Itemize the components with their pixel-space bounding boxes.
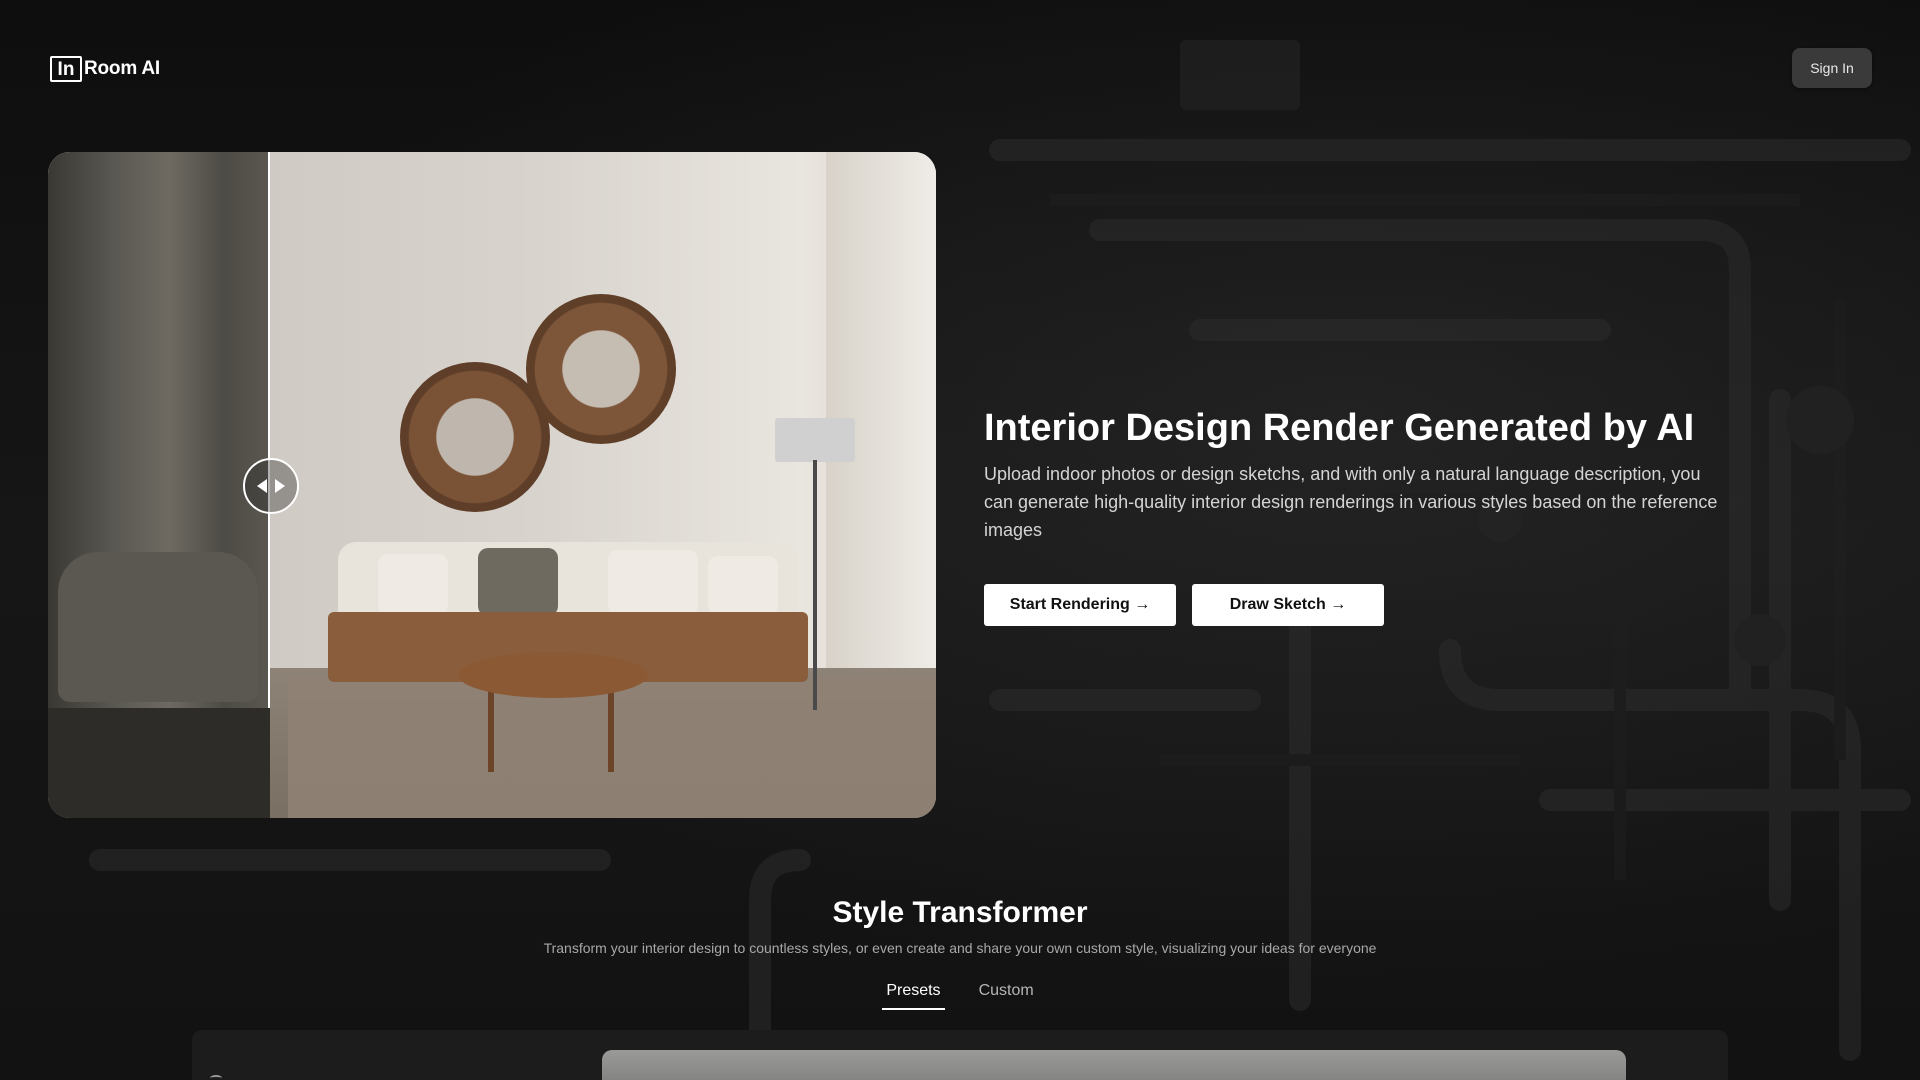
cushion [608, 550, 698, 616]
draw-sketch-button[interactable]: Draw Sketch → [1192, 584, 1384, 626]
window-light [826, 152, 936, 682]
chevron-left-icon [257, 479, 267, 493]
logo-text: Room AI [84, 58, 161, 79]
panel-arc-icon [210, 1075, 222, 1080]
sign-in-button[interactable]: Sign In [1792, 48, 1872, 88]
style-preview-image [602, 1050, 1626, 1080]
logo-mark-icon: In [50, 56, 82, 82]
inroom-logo[interactable]: In Room AI [50, 54, 160, 84]
top-header: In Room AI Sign In [0, 0, 1920, 136]
before-photo-image [48, 152, 270, 818]
table-leg [488, 682, 494, 772]
table-leg [608, 682, 614, 772]
before-armchair [58, 552, 258, 702]
hero-title: Interior Design Render Generated by AI [984, 407, 1695, 449]
compare-slider-handle[interactable] [243, 458, 299, 514]
style-transformer-title: Style Transformer [832, 896, 1088, 929]
hero-description: Upload indoor photos or design sketchs, … [984, 464, 1718, 540]
tab-custom[interactable]: Custom [975, 980, 1038, 1010]
coffee-table [458, 652, 648, 698]
cushion [478, 548, 558, 616]
before-after-comparison[interactable] [48, 152, 936, 818]
floor-lamp-shade [775, 418, 855, 462]
style-transformer-subtitle: Transform your interior design to countl… [543, 940, 1377, 956]
style-tabs: Presets Custom [0, 980, 1920, 1010]
round-mirror-right [526, 294, 676, 444]
chevron-right-icon [275, 479, 285, 493]
cushion [378, 554, 448, 616]
cushion [708, 556, 778, 616]
floor-lamp-pole [813, 460, 817, 710]
before-floor [48, 708, 270, 818]
start-rendering-button[interactable]: Start Rendering → [984, 584, 1176, 626]
tab-presets[interactable]: Presets [882, 980, 945, 1010]
logo-mark-text: In [57, 58, 75, 80]
